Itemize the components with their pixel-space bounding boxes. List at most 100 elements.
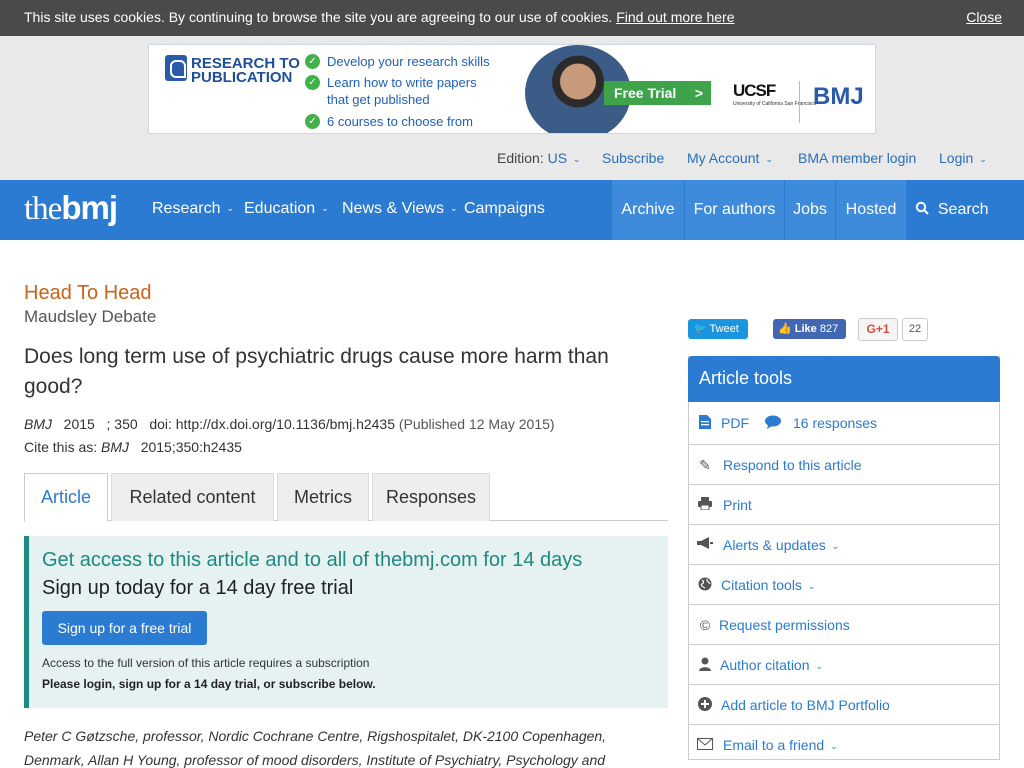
tools-row-respond[interactable]: ✎ Respond to this article [689, 446, 999, 485]
copyright-icon: © [699, 617, 711, 633]
tools-row-permissions[interactable]: © Request permissions [689, 606, 999, 645]
nav-search[interactable]: Search [907, 180, 997, 240]
print-link[interactable]: Print [723, 497, 752, 513]
citation-tools-link[interactable]: Citation tools ⌄ [721, 577, 815, 593]
edition-label: Edition: [497, 150, 544, 166]
bma-member-login-link[interactable]: BMA member login [798, 150, 916, 166]
article-title: Does long term use of psychiatric drugs … [24, 345, 609, 398]
logo-the: the [24, 191, 62, 227]
tab-related-content[interactable]: Related content [111, 473, 274, 521]
chevron-down-icon: ⌄ [830, 740, 838, 751]
tweet-label: Tweet [709, 323, 739, 335]
access-promo-box: Get access to this article and to all of… [24, 536, 668, 708]
tools-row-portfolio[interactable]: Add article to BMJ Portfolio [689, 686, 999, 725]
citation-doi[interactable]: doi: http://dx.doi.org/10.1136/bmj.h2435 [149, 416, 395, 432]
author-citation-link[interactable]: Author citation ⌄ [720, 657, 823, 673]
thebmj-logo[interactable]: thebmj [24, 189, 118, 228]
login-menu[interactable]: Login ⌄ [939, 150, 987, 166]
google-plus-button[interactable]: G+1 [858, 318, 898, 341]
nav-education[interactable]: Education ⌄ [244, 200, 329, 218]
cookie-bar: This site uses cookies. By continuing to… [0, 0, 1024, 36]
access-note: Access to the full version of this artic… [42, 656, 370, 670]
edition-value[interactable]: US [548, 150, 567, 166]
cookie-text: This site uses cookies. By continuing to… [24, 9, 613, 25]
article-tools-panel: Article tools PDF 16 responses ✎ Respond… [688, 356, 1000, 760]
article-section[interactable]: Head To Head [24, 282, 152, 305]
comment-icon [765, 415, 781, 431]
twitter-icon: 🐦 [694, 324, 707, 335]
nav-hosted[interactable]: Hosted [836, 180, 906, 240]
chevron-down-icon: ⌄ [815, 660, 824, 671]
user-icon [697, 657, 713, 673]
email-friend-label: Email to a friend [723, 737, 825, 753]
nav-archive[interactable]: Archive [612, 180, 684, 240]
my-account-link[interactable]: My Account [687, 150, 759, 166]
chevron-down-icon: ⌄ [321, 203, 329, 214]
check-icon: ✓ [305, 114, 320, 129]
subscribe-link[interactable]: Subscribe [602, 150, 664, 166]
nav-search-label: Search [937, 201, 989, 218]
advert-banner[interactable]: RESEARCH TO PUBLICATION ✓ Develop your re… [148, 44, 876, 134]
pdf-link[interactable]: PDF [721, 415, 749, 431]
check-icon: ✓ [305, 75, 320, 90]
like-label: Like [794, 323, 817, 335]
cookie-close-link[interactable]: Close [966, 9, 1002, 25]
like-count: 827 [819, 323, 839, 335]
tools-row-print[interactable]: Print [689, 486, 999, 525]
edition-selector[interactable]: Edition: US ⌄ [497, 150, 581, 166]
alerts-link[interactable]: Alerts & updates ⌄ [723, 537, 839, 553]
cite-journal: BMJ [101, 439, 130, 455]
chevron-down-icon: ⌄ [807, 580, 816, 591]
citation-year: 2015 [63, 416, 95, 432]
citation-volume: ; 350 [106, 416, 138, 432]
ad-divider [799, 81, 800, 123]
article-tools-header: Article tools [688, 356, 1000, 402]
bmj-logo: BMJ [813, 83, 864, 110]
ucsf-logo: UCSF University of California San Francis… [733, 81, 816, 107]
nav-campaigns[interactable]: Campaigns [464, 200, 545, 218]
ad-bullet-text: Develop your research skills [327, 54, 490, 69]
check-icon: ✓ [305, 54, 320, 69]
nav-news-views[interactable]: News & Views ⌄ [342, 200, 458, 218]
article-citation: BMJ 2015 ; 350 doi: http://dx.doi.org/10… [24, 416, 555, 432]
nav-research[interactable]: Research ⌄ [152, 200, 234, 218]
tweet-button[interactable]: 🐦 Tweet [688, 319, 748, 339]
tools-row-citation[interactable]: Citation tools ⌄ [689, 566, 999, 605]
ucsf-text: UCSF [733, 81, 776, 100]
my-account-menu[interactable]: My Account ⌄ [687, 150, 773, 166]
tab-responses[interactable]: Responses [372, 473, 490, 521]
nav-research-label: Research [152, 200, 221, 217]
nav-jobs[interactable]: Jobs [785, 180, 835, 240]
tools-row-pdf-responses: PDF 16 responses [689, 402, 999, 445]
article-authors: Peter C Gøtzsche, professor, Nordic Coch… [24, 728, 607, 768]
free-trial-signup-button[interactable]: Sign up for a free trial [42, 611, 207, 645]
ad-bullet-text: 6 courses to choose from [327, 114, 473, 129]
nav-news-label: News & Views [342, 200, 444, 217]
nav-education-label: Education [244, 200, 316, 217]
envelope-icon [697, 737, 713, 753]
responses-link[interactable]: 16 responses [793, 415, 877, 431]
chevron-down-icon: ⌄ [765, 153, 773, 164]
cookie-more-link[interactable]: Find out more here [616, 9, 734, 25]
permissions-link[interactable]: Request permissions [719, 617, 850, 633]
tools-row-alerts[interactable]: Alerts & updates ⌄ [689, 526, 999, 565]
cite-reference: 2015;350:h2435 [140, 439, 242, 455]
respond-link[interactable]: Respond to this article [723, 457, 862, 473]
free-trial-button[interactable]: Free Trial > [604, 81, 711, 105]
email-friend-link[interactable]: Email to a friend ⌄ [723, 737, 838, 753]
globe-icon [697, 577, 713, 593]
thumbs-up-icon: 👍 [778, 323, 792, 335]
article-tabs: Article Related content Metrics Response… [24, 473, 668, 522]
nav-for-authors[interactable]: For authors [685, 180, 784, 240]
ad-bullet-text: Learn how to write papers [327, 75, 477, 90]
edit-icon: ✎ [699, 457, 711, 473]
tools-row-author-citation[interactable]: Author citation ⌄ [689, 646, 999, 685]
tab-article[interactable]: Article [24, 473, 108, 522]
facebook-like-button[interactable]: 👍 Like 827 [773, 319, 846, 339]
research-to-publication-logo-icon [165, 55, 187, 81]
chevron-down-icon: ⌄ [573, 153, 581, 164]
tools-row-email[interactable]: Email to a friend ⌄ [689, 726, 999, 765]
tab-metrics[interactable]: Metrics [277, 473, 369, 521]
portfolio-link[interactable]: Add article to BMJ Portfolio [721, 697, 890, 713]
login-link[interactable]: Login [939, 150, 973, 166]
